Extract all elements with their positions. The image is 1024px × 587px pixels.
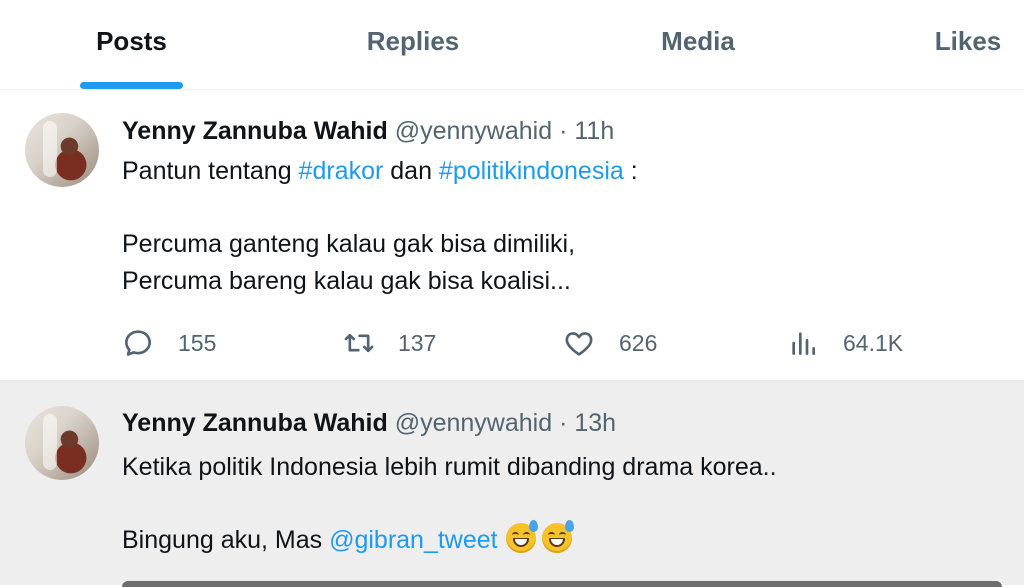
tweet-header: Yenny Zannuba Wahid @yennywahid · 13h [122,409,616,438]
like-icon [565,332,593,356]
tab-likes[interactable]: Likes [926,0,1010,90]
tweet-time[interactable]: 13h [574,409,616,437]
like-count: 626 [619,329,658,356]
reply-icon [125,330,151,356]
text-segment: Bingung aku, Mas [122,526,330,554]
separator-dot: · [559,409,568,437]
tweet-line: Percuma ganteng kalau gak bisa dimiliki, [122,230,576,258]
mention-link[interactable]: @gibran_tweet [329,526,498,554]
text-segment: dan [383,157,439,185]
avatar[interactable] [25,406,99,480]
separator-dot: · [559,117,568,145]
tab-replies[interactable]: Replies [352,0,474,90]
author-name[interactable]: Yenny Zannuba Wahid [122,409,388,437]
tab-posts-label: Posts [96,26,167,56]
sweat-smile-emoji-icon [541,520,574,553]
tweet[interactable]: Yenny Zannuba Wahid @yennywahid · 13h Ke… [0,382,1024,587]
tweet-line: Bingung aku, Mas @gibran_tweet [122,520,777,559]
retweet-icon [344,333,374,353]
tweet-text: Pantun tentang #drakor dan #politikindon… [122,153,638,300]
retweet-button[interactable]: 137 [342,326,436,360]
hashtag-link[interactable]: #drakor [299,157,384,185]
tweet-line: Pantun tentang #drakor dan #politikindon… [122,153,638,190]
sweat-smile-emoji-icon [505,520,538,553]
profile-tabs: Posts Replies Media Likes [0,0,1024,90]
tweet[interactable]: Yenny Zannuba Wahid @yennywahid · 11h Pa… [0,90,1024,382]
like-button[interactable]: 626 [563,326,657,360]
tab-media[interactable]: Media [646,0,750,90]
views-icon [792,332,815,355]
author-handle[interactable]: @yennywahid [395,409,552,437]
tweet-text: Ketika politik Indonesia lebih rumit dib… [122,449,777,559]
tweet-header: Yenny Zannuba Wahid @yennywahid · 11h [122,117,614,146]
tweet-media-preview[interactable] [122,581,1002,587]
tweet-line: Ketika politik Indonesia lebih rumit dib… [122,453,777,481]
text-segment: : [623,157,638,185]
tab-posts[interactable]: Posts [80,0,183,90]
hashtag-link[interactable]: #politikindonesia [439,157,624,185]
reply-count: 155 [178,329,217,356]
tab-replies-label: Replies [366,26,460,56]
author-handle[interactable]: @yennywahid [395,117,552,145]
active-tab-indicator [80,82,183,89]
views-button[interactable]: 64.1K [789,326,903,360]
view-count: 64.1K [843,329,904,356]
text-segment: Pantun tentang [122,157,299,185]
avatar[interactable] [25,113,99,187]
reply-button[interactable]: 155 [122,326,216,360]
tab-likes-label: Likes [934,26,1002,56]
retweet-count: 137 [398,329,437,356]
tweet-actions: 155 137 626 64.1K [0,326,1024,360]
author-name[interactable]: Yenny Zannuba Wahid [122,117,388,145]
tweet-time[interactable]: 11h [574,117,614,145]
tab-media-label: Media [661,26,735,56]
tweet-line: Percuma bareng kalau gak bisa koalisi... [122,267,571,295]
